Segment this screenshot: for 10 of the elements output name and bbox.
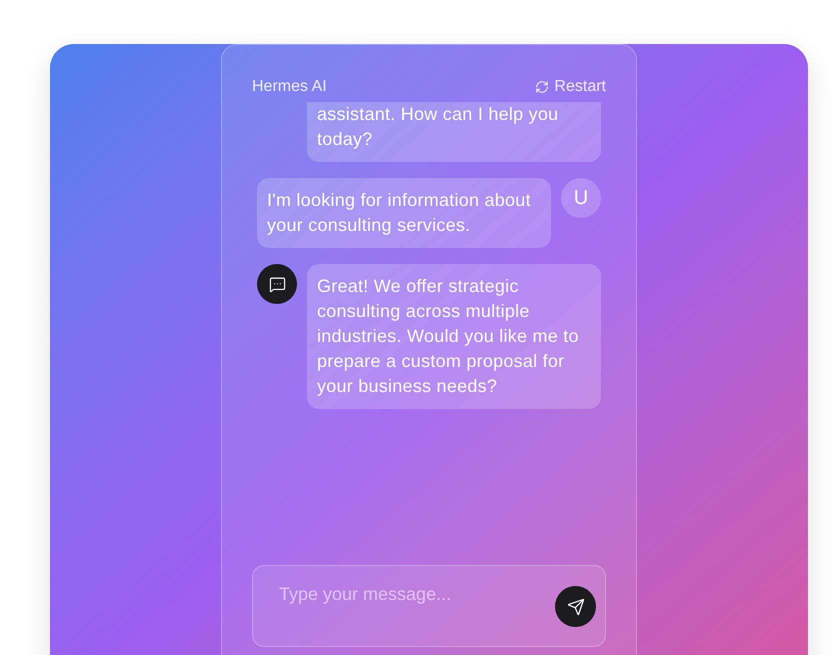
restart-button[interactable]: Restart [535,75,606,99]
message-bubble: Great! We offer strategic consulting across multiple industries. Would you like me to prepare a custom proposal for your business needs? [307,264,601,409]
user-avatar: U [561,178,601,218]
chat-bubble-icon [257,264,297,304]
send-icon [566,598,584,616]
message-bubble: I'm looking for information about your consulting services. [257,178,551,248]
send-button[interactable] [555,586,596,627]
message-bubble: assistant. How can I help you today? [307,102,601,162]
refresh-icon [535,80,550,94]
chat-title: Hermes AI [252,77,327,97]
